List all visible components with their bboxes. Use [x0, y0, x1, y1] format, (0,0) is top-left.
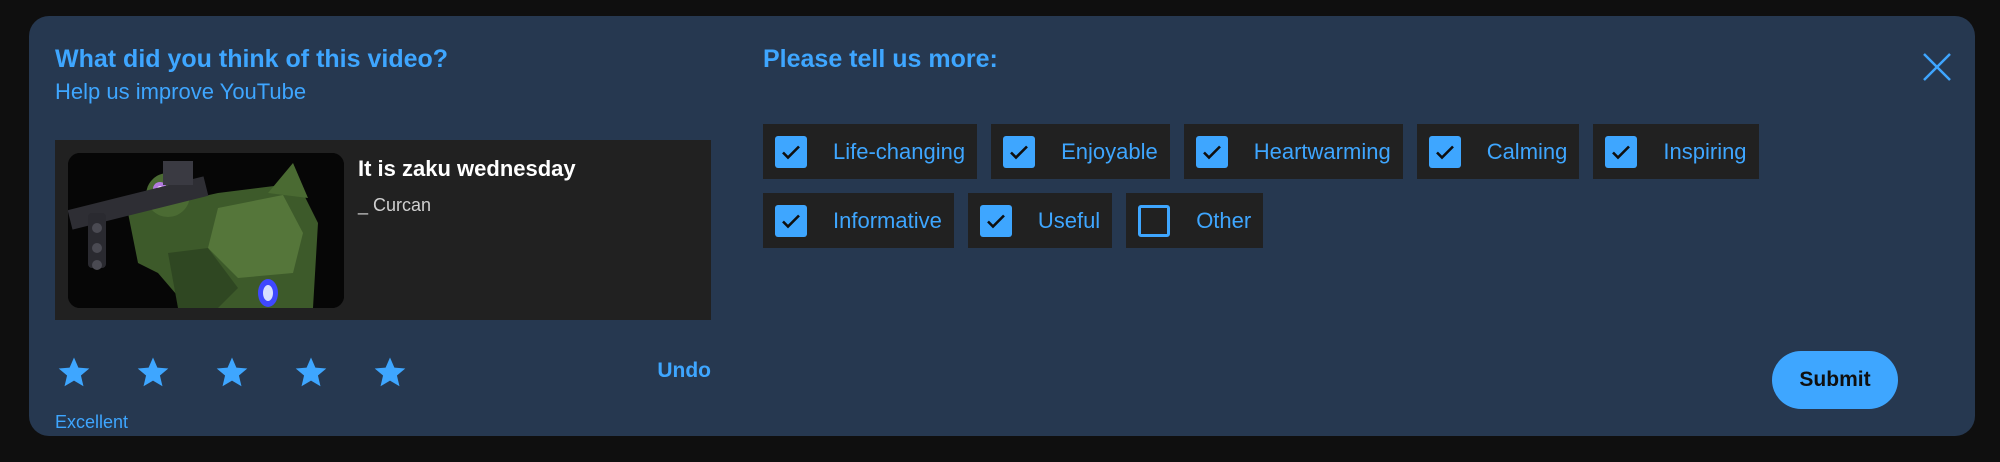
rating-label: Excellent [55, 412, 129, 432]
more-title: Please tell us more: [763, 45, 998, 73]
undo-button[interactable]: Undo [657, 359, 711, 383]
question-title: What did you think of this video? [55, 45, 449, 73]
video-rating-section: What did you think of this video? Help u… [55, 44, 711, 432]
close-icon[interactable] [1920, 50, 1954, 84]
star-3-icon[interactable] [213, 352, 292, 392]
checkbox-checked-icon[interactable] [1428, 135, 1461, 168]
question-subtitle: Help us improve YouTube [55, 79, 307, 104]
feedback-dialog: What did you think of this video? Help u… [29, 16, 1975, 436]
video-channel: _ Curcan [358, 195, 432, 215]
video-card: It is zaku wednesday _ Curcan [55, 140, 711, 320]
reason-other[interactable]: Other [1126, 193, 1264, 248]
reason-calming[interactable]: Calming [1416, 124, 1580, 179]
reason-label: Inspiring [1663, 138, 1747, 164]
reason-options: Life-changing Enjoyable Heartwarming Cal… [763, 124, 1763, 262]
checkbox-checked-icon[interactable] [775, 204, 807, 237]
star-4-icon[interactable] [292, 352, 371, 392]
reason-enjoyable[interactable]: Enjoyable [991, 124, 1170, 179]
reason-label: Heartwarming [1253, 138, 1391, 164]
reason-label: Life-changing [833, 138, 966, 164]
reason-label: Informative [833, 207, 942, 233]
star-rating [55, 352, 450, 392]
reason-row-1: Life-changing Enjoyable Heartwarming Cal… [763, 124, 1763, 179]
reason-label: Useful [1037, 207, 1101, 233]
checkbox-unchecked-icon[interactable] [1138, 204, 1171, 237]
reason-row-2: Informative Useful Other [763, 193, 1763, 248]
video-thumbnail [68, 153, 344, 308]
reason-label: Calming [1486, 138, 1568, 164]
checkbox-checked-icon[interactable] [979, 204, 1012, 237]
reason-useful[interactable]: Useful [967, 193, 1113, 248]
checkbox-checked-icon[interactable] [775, 135, 807, 168]
checkbox-checked-icon[interactable] [1003, 135, 1036, 168]
checkbox-checked-icon[interactable] [1605, 135, 1638, 168]
reason-label: Enjoyable [1061, 138, 1158, 164]
reason-label: Other [1196, 207, 1252, 233]
star-2-icon[interactable] [134, 352, 213, 392]
star-1-icon[interactable] [55, 352, 134, 392]
checkbox-checked-icon[interactable] [1195, 135, 1228, 168]
reason-heartwarming[interactable]: Heartwarming [1183, 124, 1403, 179]
reason-inspiring[interactable]: Inspiring [1593, 124, 1759, 179]
star-5-icon[interactable] [371, 352, 450, 392]
submit-button[interactable]: Submit [1772, 351, 1898, 409]
video-title: It is zaku wednesday [358, 156, 576, 181]
reason-informative[interactable]: Informative [763, 193, 954, 248]
reason-life-changing[interactable]: Life-changing [763, 124, 978, 179]
